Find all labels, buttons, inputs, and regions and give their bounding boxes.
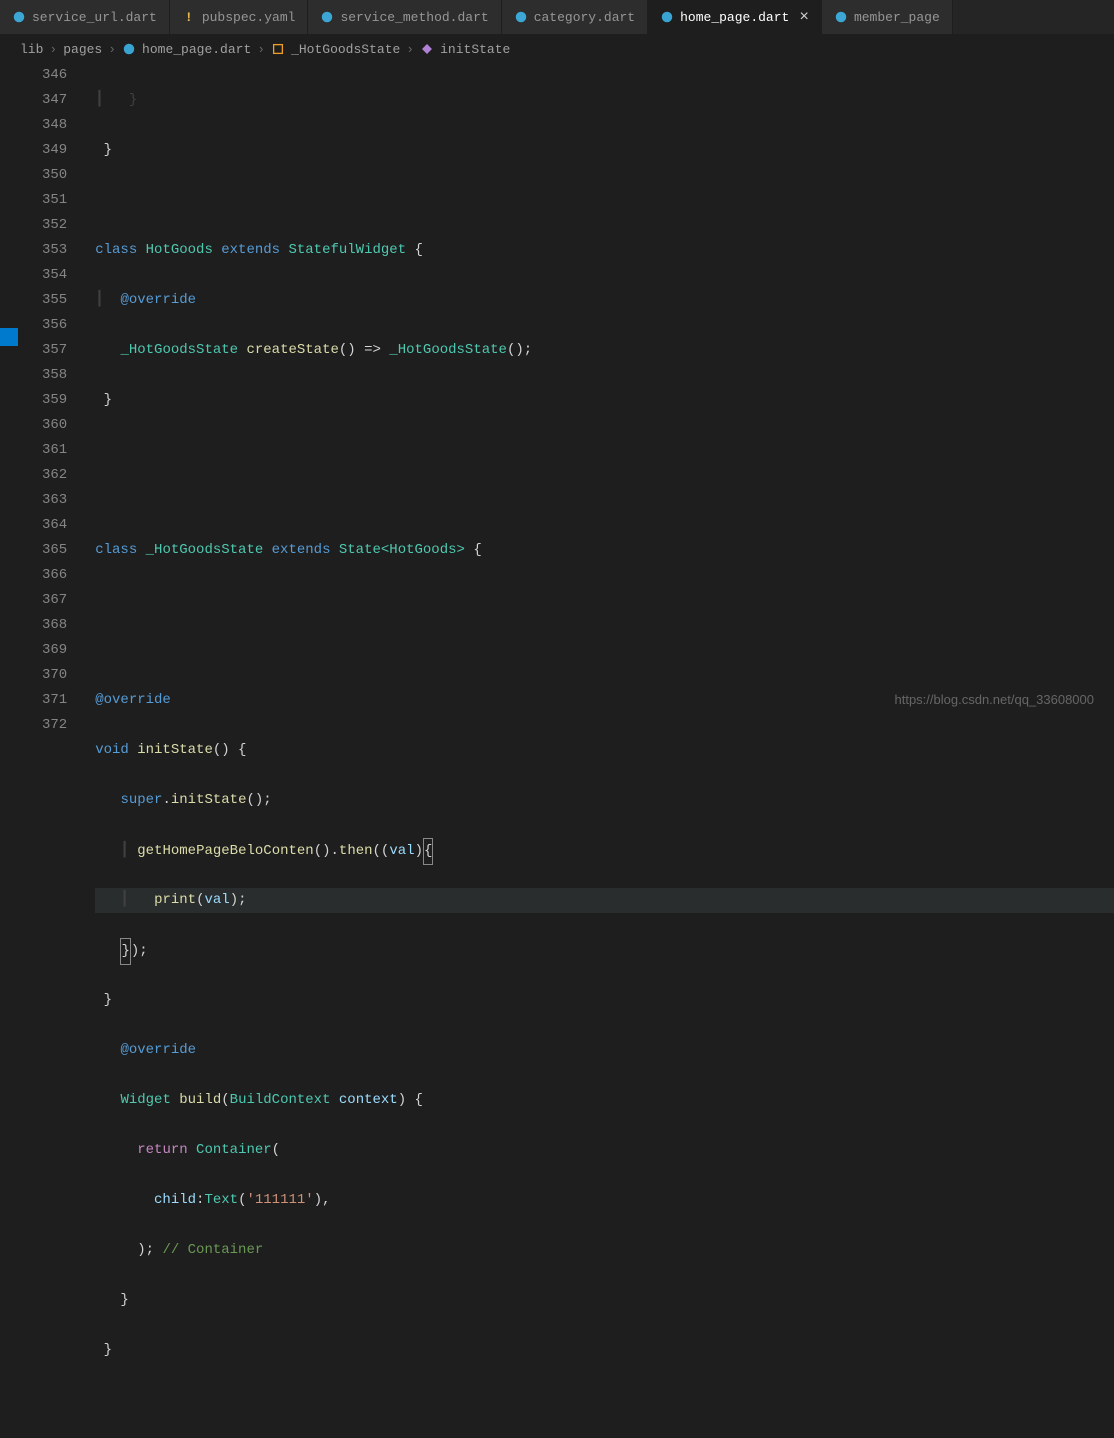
editor-container: 346 347 348 349 350 351 352 353 354 355 … <box>0 63 1114 719</box>
tab-member-page[interactable]: member_page <box>822 0 953 34</box>
tab-label: home_page.dart <box>680 10 789 25</box>
tabs-bar: service_url.dart ! pubspec.yaml service_… <box>0 0 1114 35</box>
breadcrumb: lib › pages › home_page.dart › _HotGoods… <box>0 35 1114 63</box>
code-line[interactable]: ┃ } <box>95 88 1114 113</box>
code-line[interactable]: Widget build(BuildContext context) { <box>95 1088 1114 1113</box>
line-number: 372 <box>42 713 67 738</box>
tab-pubspec[interactable]: ! pubspec.yaml <box>170 0 309 34</box>
tab-label: pubspec.yaml <box>202 10 296 25</box>
chevron-right-icon: › <box>406 42 414 57</box>
code-line[interactable]: super.initState(); <box>95 788 1114 813</box>
line-number: 371 <box>42 688 67 713</box>
line-gutter: 346 347 348 349 350 351 352 353 354 355 … <box>18 63 87 719</box>
line-number: 366 <box>42 563 67 588</box>
code-line[interactable]: class _HotGoodsState extends State<HotGo… <box>95 538 1114 563</box>
method-icon <box>420 42 434 56</box>
bracket-match: } <box>120 938 130 965</box>
dart-icon <box>834 10 848 24</box>
code-line[interactable] <box>95 188 1114 213</box>
line-number: 363 <box>42 488 67 513</box>
line-number: 365 <box>42 538 67 563</box>
line-number: 356 <box>42 313 67 338</box>
class-icon <box>271 42 285 56</box>
tab-home-page[interactable]: home_page.dart × <box>648 0 822 34</box>
line-number: 348 <box>42 113 67 138</box>
breadcrumb-item[interactable]: pages <box>63 42 102 57</box>
code-line[interactable]: ┃ print(val); <box>95 888 1114 913</box>
line-number: 349 <box>42 138 67 163</box>
yaml-icon: ! <box>182 10 196 24</box>
dart-icon <box>122 42 136 56</box>
code-line[interactable]: } <box>95 138 1114 163</box>
line-number: 355 <box>42 288 67 313</box>
line-number: 352 <box>42 213 67 238</box>
left-strip <box>0 63 18 719</box>
code-line[interactable]: class HotGoods extends StatefulWidget { <box>95 238 1114 263</box>
line-number: 367 <box>42 588 67 613</box>
line-number: 358 <box>42 363 67 388</box>
code-line[interactable] <box>95 588 1114 613</box>
code-line[interactable] <box>95 438 1114 463</box>
line-number: 361 <box>42 438 67 463</box>
tab-service-url[interactable]: service_url.dart <box>0 0 170 34</box>
breadcrumb-item[interactable]: home_page.dart <box>142 42 251 57</box>
code-line[interactable]: void initState() { <box>95 738 1114 763</box>
code-line[interactable]: ); // Container <box>95 1238 1114 1263</box>
line-number: 368 <box>42 613 67 638</box>
line-number: 351 <box>42 188 67 213</box>
line-number: 369 <box>42 638 67 663</box>
tab-service-method[interactable]: service_method.dart <box>308 0 501 34</box>
bracket-match: { <box>423 838 433 865</box>
line-number: 350 <box>42 163 67 188</box>
breadcrumb-item[interactable]: initState <box>440 42 510 57</box>
activity-indicator <box>0 328 18 346</box>
code-line[interactable]: @override <box>95 1038 1114 1063</box>
watermark: https://blog.csdn.net/qq_33608000 <box>895 692 1095 707</box>
code-line[interactable]: ┃ @override <box>95 288 1114 313</box>
line-number: 347 <box>42 88 67 113</box>
code-line[interactable]: ┃ getHomePageBeloConten().then((val){ <box>95 838 1114 863</box>
tab-label: category.dart <box>534 10 635 25</box>
line-number: 370 <box>42 663 67 688</box>
line-number: 353 <box>42 238 67 263</box>
dart-icon <box>12 10 26 24</box>
code-line[interactable] <box>95 488 1114 513</box>
code-line[interactable]: _HotGoodsState createState() => _HotGood… <box>95 338 1114 363</box>
line-number: 360 <box>42 413 67 438</box>
line-number: 346 <box>42 63 67 88</box>
code-line[interactable]: } <box>95 1288 1114 1313</box>
code-line[interactable] <box>95 1388 1114 1413</box>
close-icon[interactable]: × <box>799 8 809 26</box>
breadcrumb-item[interactable]: lib <box>20 42 43 57</box>
code-line[interactable]: } <box>95 988 1114 1013</box>
code-line[interactable]: }); <box>95 938 1114 963</box>
chevron-right-icon: › <box>108 42 116 57</box>
tab-label: service_method.dart <box>340 10 488 25</box>
code-line[interactable]: } <box>95 388 1114 413</box>
line-number: 357 <box>42 338 67 363</box>
dart-icon <box>320 10 334 24</box>
code-line[interactable]: } <box>95 1338 1114 1363</box>
chevron-right-icon: › <box>257 42 265 57</box>
code-editor[interactable]: ┃ } } class HotGoods extends StatefulWid… <box>87 63 1114 719</box>
line-number: 362 <box>42 463 67 488</box>
code-line[interactable] <box>95 638 1114 663</box>
line-number: 364 <box>42 513 67 538</box>
tab-label: service_url.dart <box>32 10 157 25</box>
line-number: 354 <box>42 263 67 288</box>
dart-icon <box>514 10 528 24</box>
breadcrumb-item[interactable]: _HotGoodsState <box>291 42 400 57</box>
tab-label: member_page <box>854 10 940 25</box>
code-line[interactable]: child:Text('111111'), <box>95 1188 1114 1213</box>
tab-category[interactable]: category.dart <box>502 0 648 34</box>
code-line[interactable]: return Container( <box>95 1138 1114 1163</box>
chevron-right-icon: › <box>49 42 57 57</box>
line-number: 359 <box>42 388 67 413</box>
dart-icon <box>660 10 674 24</box>
